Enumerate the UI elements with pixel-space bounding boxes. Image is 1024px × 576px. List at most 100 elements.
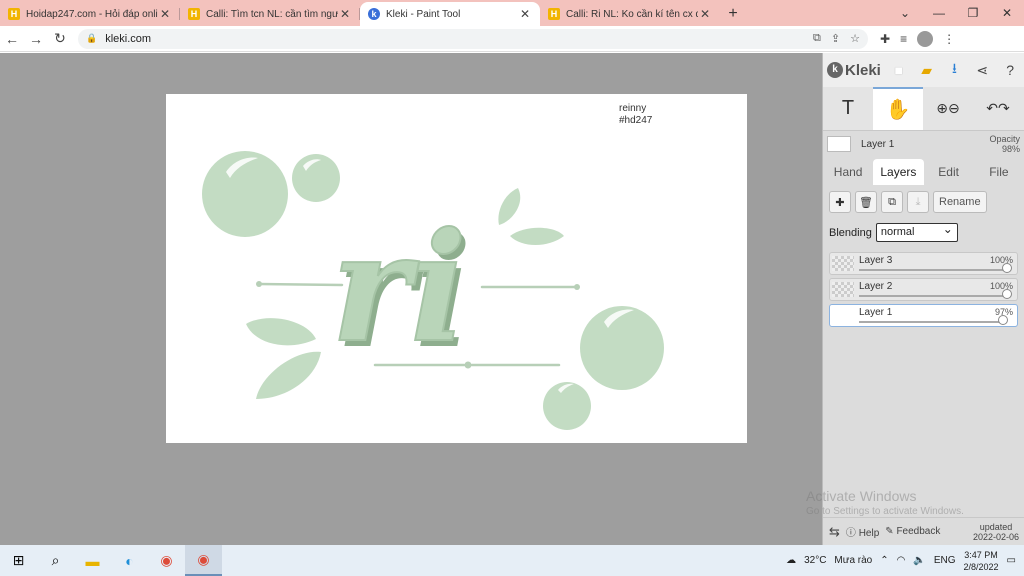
opacity-value: 98%	[1001, 144, 1020, 154]
text-tool-icon[interactable]: T	[823, 87, 873, 130]
feedback-label: Feedback	[896, 526, 941, 537]
translate-icon[interactable]: ⧉	[813, 32, 821, 45]
help-link[interactable]: ⓘ Help	[846, 524, 879, 539]
new-image-icon[interactable]: ■	[889, 62, 909, 78]
browser-tab-2[interactable]: H Calli: Tìm tcn NL: cần tìm người d ✕	[180, 2, 360, 26]
panel-tabs: Hand Layers Edit File	[823, 159, 1024, 185]
drawing-canvas[interactable]: ri ri reinny #hd247	[166, 94, 747, 443]
opacity-readout: Opacity 98%	[989, 134, 1020, 154]
search-icon[interactable]: ⌕	[37, 545, 74, 576]
layer-item[interactable]: Layer 2 100%	[829, 278, 1018, 301]
blending-label: Blending	[829, 226, 872, 239]
add-layer-icon[interactable]: ✚	[829, 191, 851, 213]
swap-icon[interactable]: ⇆	[829, 524, 840, 540]
show-hidden-icons-icon[interactable]: ⌃	[880, 555, 888, 566]
kleki-logo-icon: k	[827, 62, 843, 78]
kleki-logo[interactable]: k Kleki	[827, 62, 881, 79]
artwork-letters-front: ri	[331, 200, 467, 376]
close-tab-icon[interactable]: ✕	[338, 7, 352, 21]
brand-name: Kleki	[845, 61, 881, 79]
slider-knob[interactable]	[1002, 289, 1012, 299]
tab-file[interactable]: File	[974, 159, 1024, 185]
download-icon[interactable]: ⭳	[945, 58, 965, 82]
watermark-subtitle: Go to Settings to activate Windows.	[806, 506, 964, 517]
open-folder-icon[interactable]: ▰	[917, 62, 937, 79]
hand-tool-icon[interactable]: ✋	[873, 87, 923, 130]
signature: reinny #hd247	[619, 103, 652, 127]
layer-opacity-slider[interactable]	[859, 289, 1012, 299]
chrome-active-icon[interactable]: ◉	[185, 545, 222, 576]
active-layer-name: Layer 1	[861, 138, 895, 150]
zoom-icon[interactable]: ⊕⊖	[923, 87, 973, 130]
close-tab-icon[interactable]: ✕	[698, 7, 712, 21]
file-explorer-icon[interactable]: ▬	[74, 545, 111, 576]
tool-row: T ✋ ⊕⊖ ↶↷	[823, 87, 1024, 131]
drawing-workspace[interactable]: ri ri reinny #hd247	[0, 53, 822, 545]
duplicate-layer-icon[interactable]: ⧉	[881, 191, 903, 213]
close-tab-icon[interactable]: ✕	[518, 7, 532, 21]
delete-layer-icon[interactable]: 🗑	[855, 191, 877, 213]
blending-row: Blending normal	[829, 221, 1018, 242]
notifications-icon[interactable]: ▭	[1007, 555, 1016, 566]
temperature[interactable]: 32°C	[804, 555, 826, 566]
layer-buttons: ✚ 🗑 ⧉ ⤓ Rename	[829, 191, 1018, 213]
help-icon[interactable]: ?	[1000, 62, 1020, 78]
close-window-icon[interactable]: ✕	[990, 6, 1024, 20]
tab-search-icon[interactable]: ⌄	[888, 6, 922, 20]
feedback-link[interactable]: ✎ Feedback	[885, 526, 940, 537]
forward-icon[interactable]: →	[24, 31, 48, 47]
windows-start-icon[interactable]: ⊞	[0, 545, 37, 576]
weather-text[interactable]: Mưa rào	[834, 555, 872, 566]
signature-tag: #hd247	[619, 115, 653, 126]
chrome-icon[interactable]: ◉	[148, 545, 185, 576]
minimize-icon[interactable]: —	[922, 6, 956, 20]
browser-tab-3[interactable]: k Kleki - Paint Tool ✕	[360, 2, 540, 26]
tab-layers[interactable]: Layers	[873, 159, 924, 185]
bubble-circle	[580, 306, 664, 390]
window-controls: ⌄ — ❐ ✕	[888, 0, 1024, 26]
reload-icon[interactable]: ↻	[48, 30, 72, 47]
share-icon[interactable]: ⋖	[972, 62, 992, 79]
hoidap-favicon-icon: H	[548, 8, 560, 20]
layer-name: Layer 1	[859, 307, 893, 318]
tab-edit[interactable]: Edit	[924, 159, 974, 185]
url-field[interactable]: 🔒 kleki.com ⧉ ⇪ ☆	[78, 28, 868, 49]
restore-icon[interactable]: ❐	[956, 6, 990, 20]
back-icon[interactable]: ←	[0, 31, 24, 47]
merge-down-icon[interactable]: ⤓	[907, 191, 929, 213]
help-label: Help	[858, 528, 880, 539]
active-layer-info: Layer 1 Opacity 98%	[823, 131, 1024, 157]
clock[interactable]: 3:47 PM 2/8/2022	[964, 549, 999, 573]
new-tab-icon[interactable]: +	[720, 2, 746, 26]
lock-icon[interactable]: 🔒	[86, 33, 97, 44]
bookmark-star-icon[interactable]: ☆	[850, 32, 860, 45]
layer-opacity-slider[interactable]	[859, 315, 1008, 325]
close-tab-icon[interactable]: ✕	[158, 7, 172, 21]
extensions-icon[interactable]: ✚	[880, 32, 890, 46]
language-indicator[interactable]: ENG	[934, 555, 956, 566]
layer-opacity-slider[interactable]	[859, 263, 1012, 273]
tab-hand[interactable]: Hand	[823, 159, 873, 185]
profile-avatar[interactable]	[917, 30, 934, 47]
share-page-icon[interactable]: ⇪	[831, 32, 840, 45]
layer-name: Layer 2	[859, 281, 893, 292]
layer-item-selected[interactable]: Layer 1 97%	[829, 304, 1018, 327]
opacity-label: Opacity	[989, 134, 1020, 144]
slider-knob[interactable]	[997, 315, 1008, 325]
browser-tab-1[interactable]: H Hoidap247.com - Hỏi đáp online ✕	[0, 2, 180, 26]
browser-tab-4[interactable]: H Calli: Ri NL: Ko cần kí tên cx được ✕	[540, 2, 720, 26]
slider-knob[interactable]	[1002, 263, 1012, 273]
layer-item[interactable]: Layer 3 100%	[829, 252, 1018, 275]
updated-date: 2022-02-06	[972, 531, 1019, 542]
blending-select[interactable]: normal	[875, 221, 958, 242]
edge-browser-icon[interactable]: ◐	[111, 545, 148, 576]
undo-redo-icon[interactable]: ↶↷	[973, 87, 1023, 130]
panel-footer: ⇆ ⓘ Help ✎ Feedback updated 2022-02-06	[823, 517, 1024, 545]
volume-icon[interactable]: 🔈	[913, 555, 925, 566]
network-icon[interactable]: ◠	[897, 555, 906, 566]
weather-icon[interactable]: ☁	[786, 555, 796, 566]
leaf-shape	[498, 188, 521, 225]
reading-list-icon[interactable]: ≡	[900, 32, 907, 46]
rename-button[interactable]: Rename	[933, 191, 987, 213]
menu-icon[interactable]: ⋮	[943, 32, 955, 46]
